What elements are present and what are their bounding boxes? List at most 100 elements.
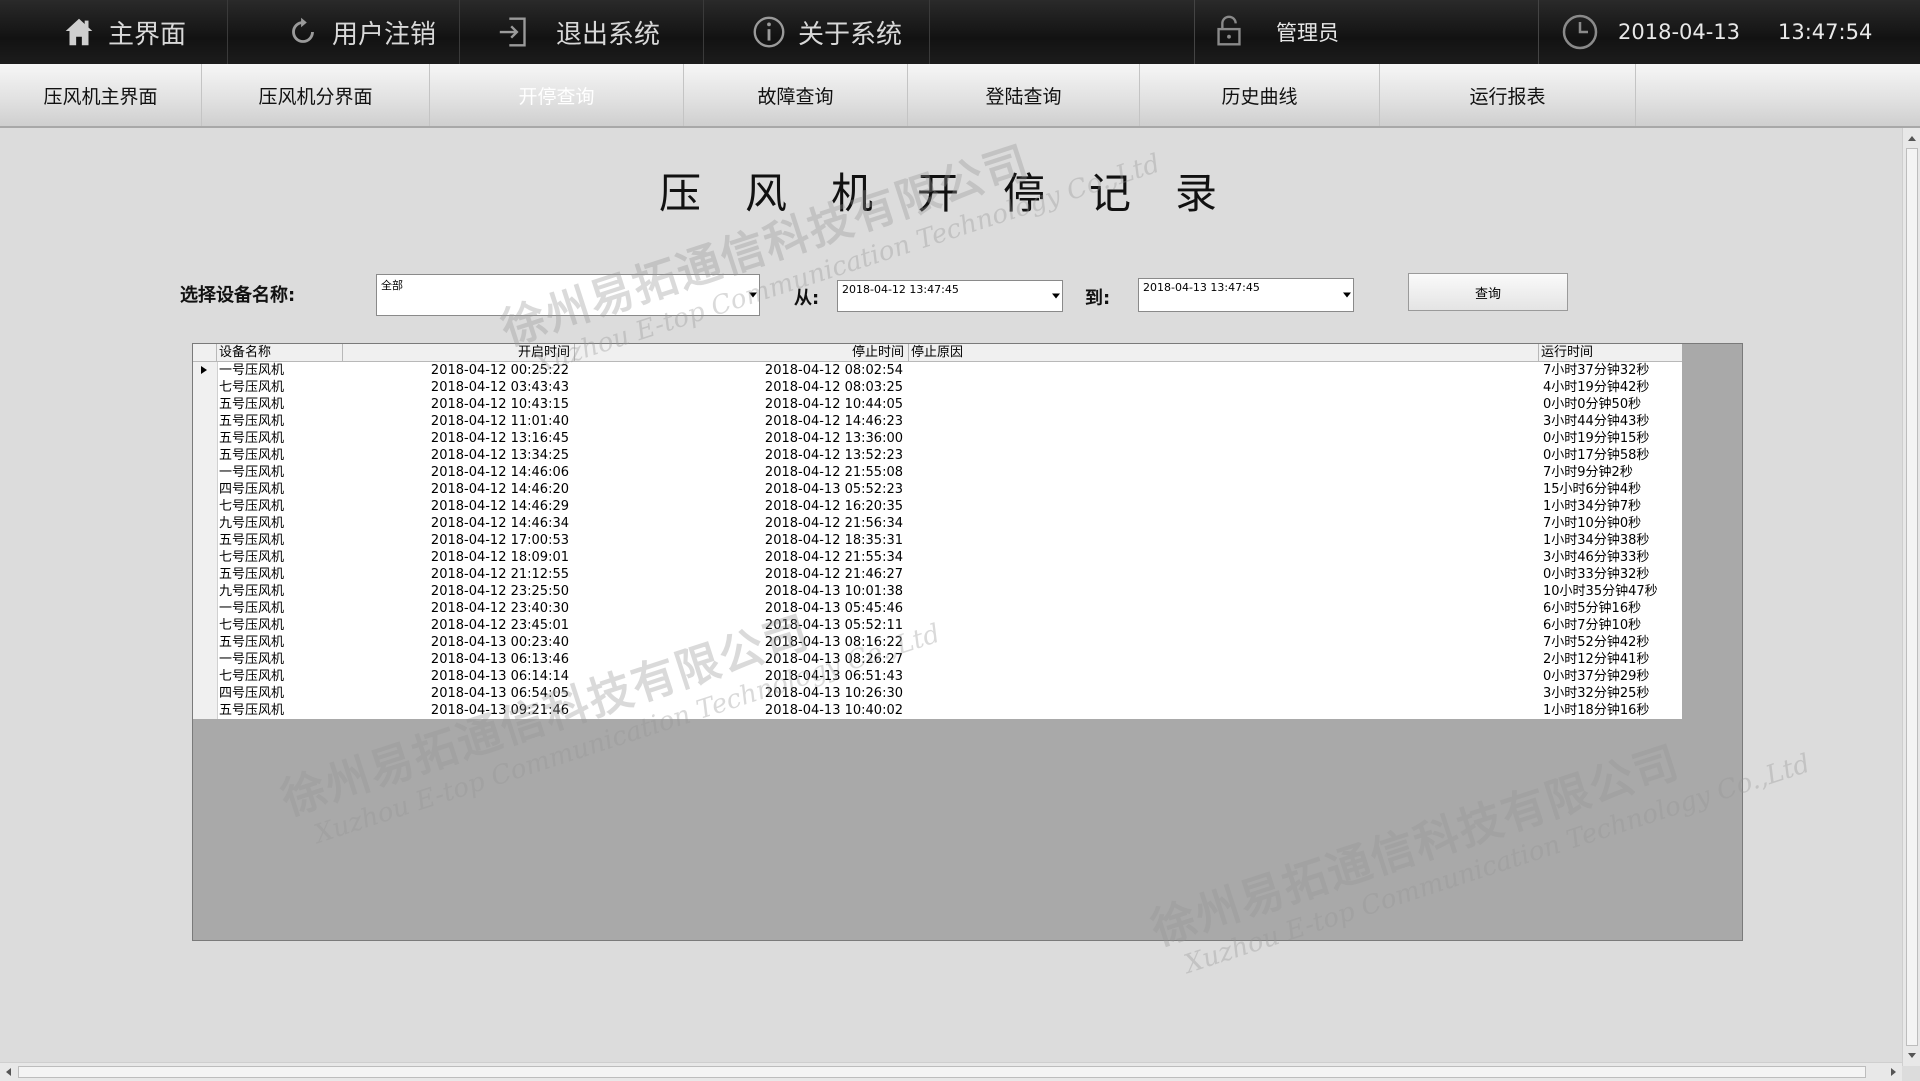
info-icon	[753, 16, 785, 48]
row-selector[interactable]	[193, 396, 218, 413]
user-name: 管理员	[1276, 21, 1339, 45]
table-row[interactable]: 七号压风机 2018-04-12 23:45:01 2018-04-13 05:52…	[193, 617, 1682, 634]
header-stop-reason[interactable]: 停止原因	[909, 344, 1539, 361]
cell-device-name: 七号压风机	[219, 669, 285, 684]
cell-device-name: 九号压风机	[219, 584, 285, 599]
table-row[interactable]: 五号压风机 2018-04-13 00:23:40 2018-04-13 08:16…	[193, 634, 1682, 651]
table-row[interactable]: 七号压风机 2018-04-12 14:46:29 2018-04-12 16:20…	[193, 498, 1682, 515]
about-button[interactable]: 关于系统	[704, 0, 930, 64]
row-selector[interactable]	[193, 430, 218, 447]
scroll-down-icon[interactable]	[1908, 1053, 1916, 1058]
from-datetime-picker[interactable]: 2018-04-12 13:47:45	[837, 280, 1063, 312]
cell-start-time: 2018-04-12 10:43:15	[430, 397, 569, 412]
row-selector[interactable]	[193, 583, 218, 600]
cell-stop-time: 2018-04-12 13:36:00	[764, 431, 903, 446]
cell-device-name: 五号压风机	[219, 635, 285, 650]
row-selector[interactable]	[193, 481, 218, 498]
vertical-scrollbar[interactable]	[1902, 128, 1920, 1066]
row-selector[interactable]	[193, 379, 218, 396]
cell-device-name: 一号压风机	[219, 601, 285, 616]
header-run-time[interactable]: 运行时间	[1539, 344, 1682, 361]
cell-device-name: 五号压风机	[219, 533, 285, 548]
cell-device-name: 七号压风机	[219, 618, 285, 633]
row-selector[interactable]	[193, 617, 218, 634]
tab-login-query[interactable]: 登陆查询	[908, 64, 1140, 126]
row-selector[interactable]	[193, 362, 218, 379]
cell-start-time: 2018-04-13 00:23:40	[430, 635, 569, 650]
row-selector[interactable]	[193, 464, 218, 481]
header-device-name[interactable]: 设备名称	[217, 344, 343, 361]
records-grid[interactable]: 设备名称 开启时间 停止时间 停止原因 运行时间 一号压风机 2018-04-12…	[192, 343, 1743, 941]
table-row[interactable]: 四号压风机 2018-04-13 06:54:05 2018-04-13 10:26…	[193, 685, 1682, 702]
table-row[interactable]: 五号压风机 2018-04-13 09:21:46 2018-04-13 10:40…	[193, 702, 1682, 719]
query-button[interactable]: 查询	[1408, 273, 1568, 311]
cell-stop-reason	[909, 549, 1541, 566]
cell-run-time: 6小时7分钟10秒	[1543, 618, 1642, 633]
row-selector[interactable]	[193, 447, 218, 464]
table-row[interactable]: 五号压风机 2018-04-12 10:43:15 2018-04-12 10:44…	[193, 396, 1682, 413]
table-row[interactable]: 五号压风机 2018-04-12 21:12:55 2018-04-12 21:46…	[193, 566, 1682, 583]
logout-button[interactable]: 用户注销	[228, 0, 460, 64]
row-selector[interactable]	[193, 413, 218, 430]
table-row[interactable]: 七号压风机 2018-04-12 18:09:01 2018-04-12 21:55…	[193, 549, 1682, 566]
cell-stop-reason	[909, 617, 1541, 634]
table-row[interactable]: 九号压风机 2018-04-12 23:25:50 2018-04-13 10:01…	[193, 583, 1682, 600]
to-datetime-value: 2018-04-13 13:47:45	[1143, 281, 1260, 294]
cell-run-time: 7小时9分钟2秒	[1543, 465, 1633, 480]
chevron-down-icon[interactable]	[1052, 293, 1060, 299]
row-selector[interactable]	[193, 549, 218, 566]
row-selector[interactable]	[193, 702, 218, 719]
tab-start-stop-query[interactable]: 开停查询	[430, 64, 684, 126]
scroll-right-icon[interactable]	[1891, 1068, 1896, 1076]
vertical-scroll-thumb[interactable]	[1906, 148, 1918, 1046]
tab-compressor-main[interactable]: 压风机主界面	[0, 64, 202, 126]
cell-stop-reason	[909, 600, 1541, 617]
horizontal-scroll-thumb[interactable]	[18, 1066, 1866, 1078]
table-row[interactable]: 七号压风机 2018-04-12 03:43:43 2018-04-12 08:03…	[193, 379, 1682, 396]
home-button[interactable]: 主界面	[0, 0, 228, 64]
row-selector[interactable]	[193, 668, 218, 685]
tab-fault-query[interactable]: 故障查询	[684, 64, 908, 126]
table-row[interactable]: 五号压风机 2018-04-12 13:34:25 2018-04-12 13:52…	[193, 447, 1682, 464]
to-datetime-picker[interactable]: 2018-04-13 13:47:45	[1138, 278, 1354, 312]
tab-run-report[interactable]: 运行报表	[1380, 64, 1636, 126]
header-stop-time[interactable]: 停止时间	[575, 344, 909, 361]
table-row[interactable]: 五号压风机 2018-04-12 11:01:40 2018-04-12 14:46…	[193, 413, 1682, 430]
row-selector[interactable]	[193, 685, 218, 702]
row-selector[interactable]	[193, 498, 218, 515]
chevron-down-icon[interactable]	[1343, 292, 1351, 298]
table-row[interactable]: 五号压风机 2018-04-12 13:16:45 2018-04-12 13:36…	[193, 430, 1682, 447]
table-row[interactable]: 一号压风机 2018-04-12 00:25:22 2018-04-12 08:02…	[193, 362, 1682, 379]
cell-stop-reason	[909, 702, 1541, 719]
scroll-up-icon[interactable]	[1908, 136, 1916, 141]
row-selector[interactable]	[193, 600, 218, 617]
row-selector[interactable]	[193, 532, 218, 549]
row-selector[interactable]	[193, 515, 218, 532]
cell-start-time: 2018-04-12 21:12:55	[430, 567, 569, 582]
table-row[interactable]: 五号压风机 2018-04-12 17:00:53 2018-04-12 18:35…	[193, 532, 1682, 549]
table-row[interactable]: 一号压风机 2018-04-12 14:46:06 2018-04-12 21:55…	[193, 464, 1682, 481]
cell-run-time: 1小时34分钟38秒	[1543, 533, 1650, 548]
tab-history-curve[interactable]: 历史曲线	[1140, 64, 1380, 126]
cell-stop-time: 2018-04-13 05:52:11	[764, 618, 903, 633]
chevron-down-icon[interactable]	[749, 292, 757, 298]
horizontal-scrollbar[interactable]	[0, 1062, 1902, 1081]
table-row[interactable]: 四号压风机 2018-04-12 14:46:20 2018-04-13 05:52…	[193, 481, 1682, 498]
table-row[interactable]: 九号压风机 2018-04-12 14:46:34 2018-04-12 21:56…	[193, 515, 1682, 532]
row-selector[interactable]	[193, 651, 218, 668]
scroll-left-icon[interactable]	[6, 1068, 11, 1076]
top-toolbar: 主界面 用户注销 退出系统 关于系统 管理员 2018-04-13 13:47:…	[0, 0, 1920, 65]
exit-button[interactable]: 退出系统	[460, 0, 704, 64]
cell-stop-reason	[909, 430, 1541, 447]
cell-start-time: 2018-04-12 14:46:20	[430, 482, 569, 497]
cell-start-time: 2018-04-12 18:09:01	[430, 550, 569, 565]
row-selector[interactable]	[193, 566, 218, 583]
tab-compressor-sub[interactable]: 压风机分界面	[202, 64, 430, 126]
cell-run-time: 0小时17分钟58秒	[1543, 448, 1650, 463]
table-row[interactable]: 一号压风机 2018-04-13 06:13:46 2018-04-13 08:26…	[193, 651, 1682, 668]
table-row[interactable]: 七号压风机 2018-04-13 06:14:14 2018-04-13 06:51…	[193, 668, 1682, 685]
header-start-time[interactable]: 开启时间	[343, 344, 575, 361]
device-select[interactable]: 全部	[376, 274, 760, 316]
table-row[interactable]: 一号压风机 2018-04-12 23:40:30 2018-04-13 05:45…	[193, 600, 1682, 617]
row-selector[interactable]	[193, 634, 218, 651]
